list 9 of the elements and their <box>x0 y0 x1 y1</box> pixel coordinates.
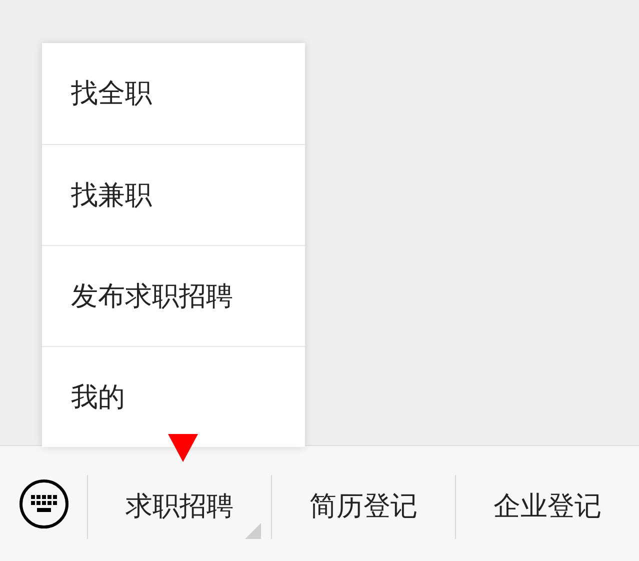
pointer-icon <box>168 434 198 462</box>
menu-tab[interactable]: 求职招聘 <box>88 474 271 538</box>
popup-menu-item[interactable]: 找兼职 <box>42 144 305 245</box>
keyboard-icon[interactable] <box>18 478 68 528</box>
popup-menu-item[interactable]: 找全职 <box>42 43 305 144</box>
menu-tab[interactable]: 简历登记 <box>272 474 455 538</box>
popup-menu-item[interactable]: 发布求职招聘 <box>42 245 305 346</box>
submenu-corner-icon <box>245 522 261 538</box>
menu-tab[interactable]: 企业登记 <box>456 474 639 538</box>
